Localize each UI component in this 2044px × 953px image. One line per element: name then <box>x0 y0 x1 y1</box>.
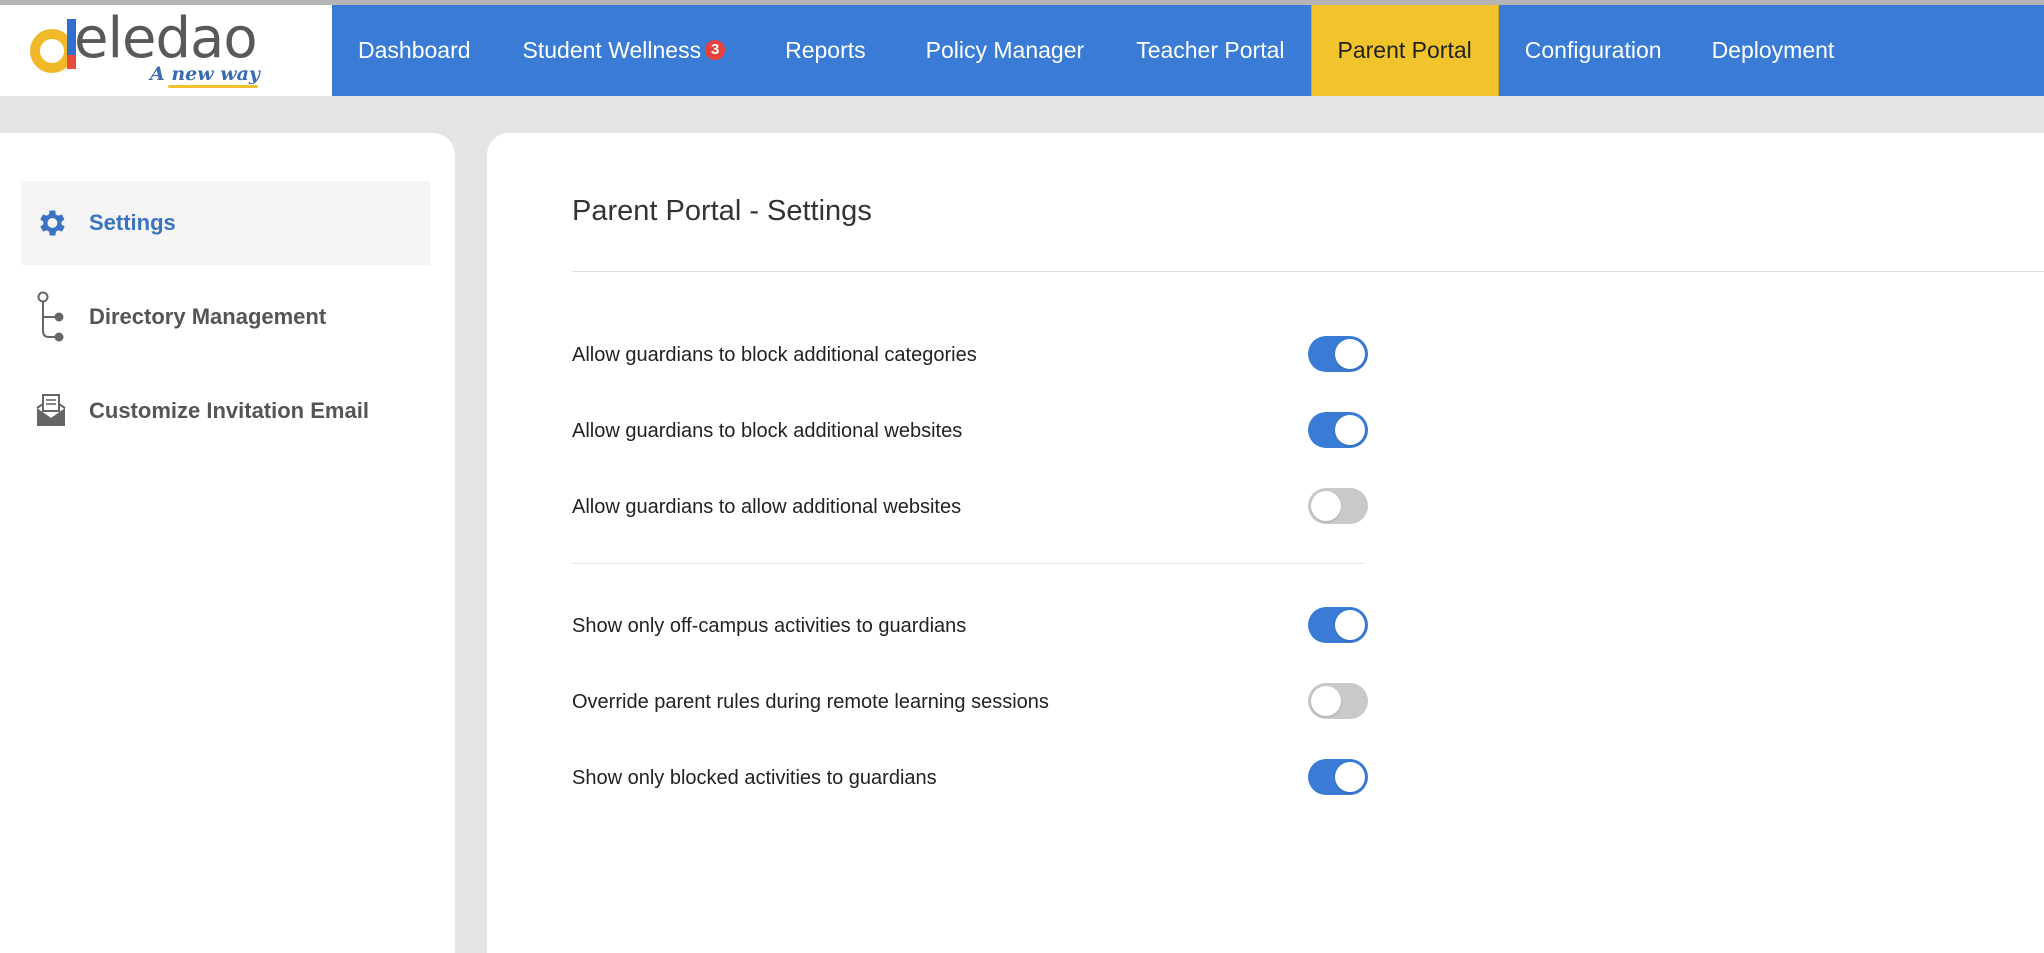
notification-badge: 3 <box>705 39 726 60</box>
tagline-underline <box>168 85 258 88</box>
nav-item-dashboard[interactable]: Dashboard <box>332 5 497 96</box>
nav-item-policy-manager[interactable]: Policy Manager <box>896 5 1111 96</box>
setting-label: Show only blocked activities to guardian… <box>572 767 937 789</box>
divider <box>572 271 2044 272</box>
nav-item-label: Deployment <box>1711 37 1835 63</box>
nav-item-label: Dashboard <box>358 37 471 63</box>
setting-toggle[interactable] <box>1308 683 1368 719</box>
setting-row: Override parent rules during remote lear… <box>572 683 1372 723</box>
setting-row: Allow guardians to allow additional webs… <box>572 488 1372 528</box>
setting-row: Show only off-campus activities to guard… <box>572 607 1372 647</box>
setting-row: Allow guardians to block additional cate… <box>572 336 1372 376</box>
tree-icon <box>31 291 71 343</box>
nav-item-label: Student Wellness <box>522 37 702 63</box>
nav-item-label: Policy Manager <box>925 37 1085 63</box>
toggle-knob <box>1335 339 1365 369</box>
setting-row: Allow guardians to block additional webs… <box>572 412 1372 452</box>
setting-toggle[interactable] <box>1308 759 1368 795</box>
setting-label: Allow guardians to block additional cate… <box>572 344 977 366</box>
nav-item-label: Configuration <box>1524 37 1662 63</box>
setting-row: Show only blocked activities to guardian… <box>572 759 1372 799</box>
setting-label: Allow guardians to block additional webs… <box>572 420 963 442</box>
setting-toggle[interactable] <box>1308 336 1368 372</box>
logo-text: eledao <box>74 6 258 71</box>
sidebar-item-directory-management[interactable]: Directory Management <box>21 275 430 359</box>
gear-icon <box>31 197 71 249</box>
toggle-knob <box>1335 415 1365 445</box>
header: eledao A new way Dashboard Student Welln… <box>0 5 2044 96</box>
nav-item-parent-portal[interactable]: Parent Portal <box>1310 5 1499 96</box>
sidebar-item-label: Settings <box>89 210 176 235</box>
main-nav: Dashboard Student Wellness 3 Reports Pol… <box>332 5 1860 96</box>
setting-label: Override parent rules during remote lear… <box>572 691 1049 713</box>
envelope-icon <box>31 385 71 437</box>
toggle-knob <box>1335 610 1365 640</box>
nav-item-teacher-portal[interactable]: Teacher Portal <box>1110 5 1310 96</box>
setting-toggle[interactable] <box>1308 488 1368 524</box>
toggle-knob <box>1311 491 1341 521</box>
sidebar-item-customize-invitation-email[interactable]: Customize Invitation Email <box>21 369 430 453</box>
nav-item-reports[interactable]: Reports <box>751 5 896 96</box>
setting-label: Allow guardians to allow additional webs… <box>572 496 962 518</box>
sidebar-item-label: Customize Invitation Email <box>89 398 369 423</box>
nav-item-student-wellness[interactable]: Student Wellness 3 <box>497 5 752 96</box>
setting-toggle[interactable] <box>1308 412 1368 448</box>
sidebar-item-label: Directory Management <box>89 304 327 329</box>
setting-toggle[interactable] <box>1308 607 1368 643</box>
nav-item-deployment[interactable]: Deployment <box>1688 5 1861 96</box>
main-panel: Parent Portal - Settings Allow guardians… <box>487 133 2044 953</box>
divider <box>572 563 1364 564</box>
logo-tagline: A new way <box>150 63 260 85</box>
nav-item-label: Teacher Portal <box>1136 37 1285 63</box>
sidebar-item-settings[interactable]: Settings <box>21 181 430 265</box>
sidebar: Settings Directory Management Customize <box>0 133 455 953</box>
nav-item-configuration[interactable]: Configuration <box>1499 5 1688 96</box>
setting-label: Show only off-campus activities to guard… <box>572 615 967 637</box>
page-title: Parent Portal - Settings <box>572 195 872 227</box>
toggle-knob <box>1311 686 1341 716</box>
nav-item-label: Parent Portal <box>1337 37 1472 63</box>
logo[interactable]: eledao A new way <box>0 5 332 96</box>
nav-item-label: Reports <box>785 37 866 63</box>
toggle-knob <box>1335 762 1365 792</box>
